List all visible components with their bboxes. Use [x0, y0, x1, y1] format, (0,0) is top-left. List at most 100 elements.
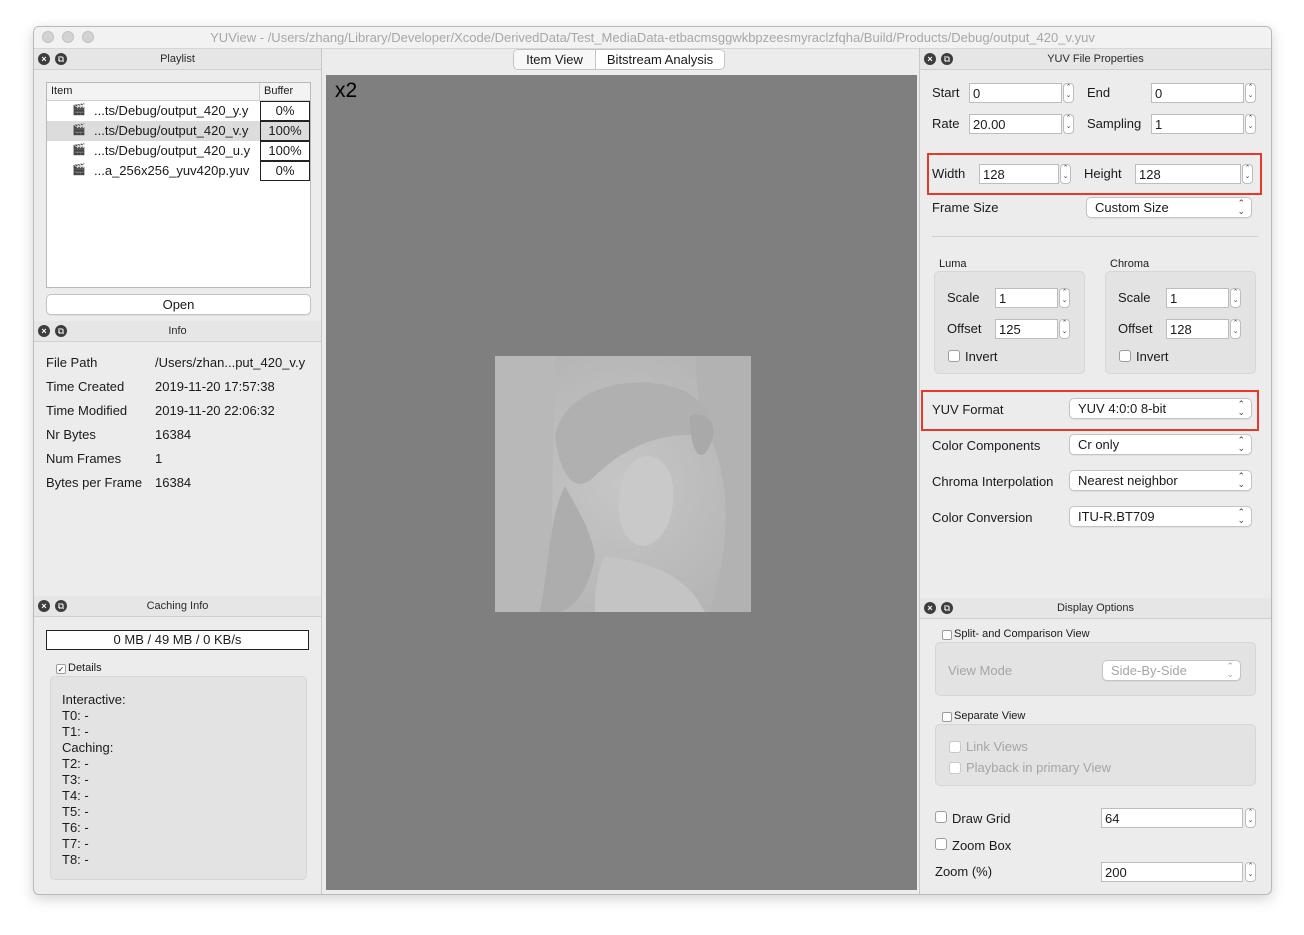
window-title: YUView - /Users/zhang/Library/Developer/… [210, 30, 1095, 45]
color-components-label: Color Components [932, 438, 1041, 453]
luma-invert-label: Invert [965, 349, 998, 364]
color-conversion-select[interactable]: ITU-R.BT709 ⌃ ⌄ [1069, 506, 1252, 527]
separate-view-label: Separate View [954, 710, 1026, 722]
luma-invert-checkbox[interactable] [948, 350, 960, 362]
caching-line: T2: - [62, 756, 89, 771]
zoom-percent-spinbox[interactable]: 200 [1101, 862, 1243, 882]
tab-item-view[interactable]: Item View [514, 50, 596, 69]
playlist-row-name: ...ts/Debug/output_420_v.y [94, 123, 249, 138]
split-view-group: View Mode Side-By-Side ⌃ ⌄ [935, 642, 1256, 696]
column-item[interactable]: Item [51, 85, 72, 97]
width-spinbox[interactable]: 128 [979, 164, 1059, 184]
split-view-checkbox[interactable] [942, 630, 952, 640]
chroma-offset-label: Offset [1118, 321, 1153, 336]
caching-line: Caching: [62, 740, 114, 755]
info-header: × ⧉ Info [34, 321, 321, 342]
sampling-stepper-icon[interactable]: ⌃ ⌄ [1245, 114, 1256, 134]
cache-status-bar: 0 MB / 49 MB / 0 KB/s [46, 630, 309, 650]
playlist-row[interactable]: 🎬 ...ts/Debug/output_420_y.y 0% [47, 101, 310, 121]
caching-line: T4: - [62, 788, 89, 803]
end-spinbox[interactable]: 0 [1151, 83, 1244, 103]
end-stepper-icon[interactable]: ⌃ ⌄ [1245, 83, 1256, 103]
playlist-row-name: ...ts/Debug/output_420_u.y [94, 143, 251, 158]
width-label: Width [932, 166, 966, 181]
height-spinbox[interactable]: 128 [1135, 164, 1241, 184]
info-title: Info [168, 325, 187, 337]
open-button[interactable]: Open [46, 294, 311, 315]
clapper-icon: 🎬 [72, 104, 86, 116]
yuv-properties-title: YUV File Properties [1047, 53, 1144, 65]
caching-details-box: Interactive: T0: - T1: - Caching: T2: - … [50, 676, 307, 880]
frame-size-select[interactable]: Custom Size ⌃ ⌄ [1086, 197, 1252, 218]
left-splitter[interactable] [321, 48, 322, 894]
playlist-row-selected[interactable]: 🎬 ...ts/Debug/output_420_v.y 100% [47, 121, 310, 141]
rate-stepper-icon[interactable]: ⌃ ⌄ [1063, 114, 1074, 134]
view-mode-label: View Mode [948, 663, 1013, 678]
luma-scale-stepper-icon[interactable]: ⌃ ⌄ [1059, 288, 1070, 308]
zoom-percent-label: Zoom (%) [935, 864, 993, 879]
view-mode-select[interactable]: Side-By-Side ⌃ ⌄ [1102, 660, 1241, 681]
separate-view-checkbox[interactable] [942, 712, 952, 722]
info-value-time-created: 2019-11-20 17:57:38 [155, 379, 275, 394]
grid-size-stepper-icon[interactable]: ⌃ ⌄ [1245, 808, 1256, 828]
chroma-title: Chroma [1110, 258, 1150, 270]
chroma-scale-spinbox[interactable]: 1 [1166, 288, 1229, 308]
yuv-properties-header: × ⧉ YUV File Properties [920, 49, 1271, 70]
rate-spinbox[interactable]: 20.00 [969, 114, 1062, 134]
luma-scale-spinbox[interactable]: 1 [995, 288, 1058, 308]
caching-line: Interactive: [62, 692, 126, 707]
luma-offset-spinbox[interactable]: 125 [995, 319, 1058, 339]
display-options-title: Display Options [1056, 602, 1135, 614]
draw-grid-label: Draw Grid [952, 811, 1011, 826]
width-stepper-icon[interactable]: ⌃ ⌄ [1060, 164, 1071, 184]
caching-line: T3: - [62, 772, 89, 787]
chevron-updown-icon: ⌃ ⌄ [1226, 661, 1234, 679]
info-label-num-frames: Num Frames [46, 451, 122, 466]
buffer-cell: 100% [260, 121, 310, 141]
title-bar: YUView - /Users/zhang/Library/Developer/… [34, 27, 1271, 49]
chroma-interpolation-select[interactable]: Nearest neighbor ⌃ ⌄ [1069, 470, 1252, 491]
chroma-scale-label: Scale [1118, 290, 1151, 305]
chroma-offset-stepper-icon[interactable]: ⌃ ⌄ [1230, 319, 1241, 339]
zoom-box-label: Zoom Box [952, 838, 1012, 853]
details-checkbox[interactable]: ✓ [56, 664, 66, 674]
chroma-scale-stepper-icon[interactable]: ⌃ ⌄ [1230, 288, 1241, 308]
chroma-group: Scale 1 ⌃ ⌄ Offset 128 ⌃ ⌄ Invert [1105, 271, 1256, 374]
luma-title: Luma [939, 258, 967, 270]
playlist-row[interactable]: 🎬 ...a_256x256_yuv420p.yuv 0% [47, 161, 310, 181]
caching-line: T0: - [62, 708, 89, 723]
start-spinbox[interactable]: 0 [969, 83, 1062, 103]
playlist-table[interactable]: Item Buffer 🎬 ...ts/Debug/output_420_y.y… [46, 82, 311, 288]
chevron-updown-icon: ⌃ ⌄ [1237, 198, 1245, 216]
grid-size-spinbox[interactable]: 64 [1101, 808, 1243, 828]
buffer-cell: 0% [260, 101, 310, 121]
zoom-percent-stepper-icon[interactable]: ⌃ ⌄ [1245, 862, 1256, 882]
buffer-cell: 0% [260, 161, 310, 181]
split-view-label: Split- and Comparison View [954, 628, 1090, 640]
yuv-format-select[interactable]: YUV 4:0:0 8-bit ⌃ ⌄ [1069, 398, 1252, 419]
playlist-row[interactable]: 🎬 ...ts/Debug/output_420_u.y 100% [47, 141, 310, 161]
info-value-num-frames: 1 [155, 451, 163, 466]
link-views-checkbox[interactable] [949, 741, 961, 753]
clapper-icon: 🎬 [72, 124, 86, 136]
height-stepper-icon[interactable]: ⌃ ⌄ [1242, 164, 1253, 184]
caching-line: T5: - [62, 804, 89, 819]
zoom-box-checkbox[interactable] [935, 838, 947, 850]
clapper-icon: 🎬 [72, 164, 86, 176]
details-label: Details [68, 662, 102, 674]
luma-offset-stepper-icon[interactable]: ⌃ ⌄ [1059, 319, 1070, 339]
end-label: End [1087, 85, 1111, 100]
sampling-spinbox[interactable]: 1 [1151, 114, 1244, 134]
playback-primary-checkbox[interactable] [949, 762, 961, 774]
color-components-select[interactable]: Cr only ⌃ ⌄ [1069, 434, 1252, 455]
item-view-canvas[interactable]: x2 [326, 75, 917, 890]
chroma-offset-spinbox[interactable]: 128 [1166, 319, 1229, 339]
draw-grid-checkbox[interactable] [935, 811, 947, 823]
tab-bitstream-analysis[interactable]: Bitstream Analysis [596, 50, 724, 69]
chevron-updown-icon: ⌃ ⌄ [1237, 471, 1245, 489]
info-value-bytes-per-frame: 16384 [155, 475, 192, 490]
chroma-invert-checkbox[interactable] [1119, 350, 1131, 362]
start-stepper-icon[interactable]: ⌃ ⌄ [1063, 83, 1074, 103]
column-buffer[interactable]: Buffer [264, 85, 293, 97]
right-splitter[interactable] [919, 48, 920, 894]
